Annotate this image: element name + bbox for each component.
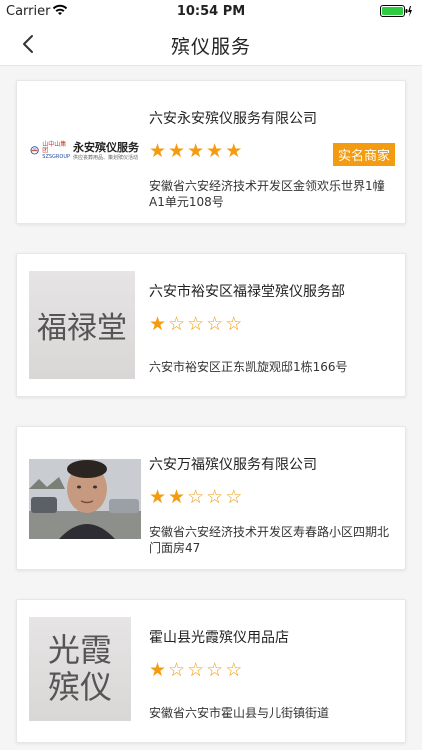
business-address: 安徽省六安经济技术开发区寿春路小区四期北门面房47 (149, 525, 390, 555)
business-photo (29, 459, 141, 539)
star-filled-icon: ★ (168, 140, 188, 162)
rating-stars: ★★☆☆☆ (149, 487, 244, 507)
nav-bar: 殡仪服务 (0, 22, 422, 66)
list-item[interactable]: 六安万福殡仪服务有限公司 ★★☆☆☆ 安徽省六安经济技术开发区寿春路小区四期北门… (16, 426, 406, 570)
star-empty-icon: ☆ (206, 313, 226, 335)
list-item[interactable]: 福禄堂 六安市裕安区福禄堂殡仪服务部 ★☆☆☆☆ 六安市裕安区正东凯旋观邸1栋1… (16, 253, 406, 397)
star-filled-icon: ★ (149, 659, 169, 681)
thumbnail-text-line1: 光霞 (47, 631, 112, 670)
business-name: 霍山县光霞殡仪用品店 (149, 630, 289, 646)
rating-stars: ★☆☆☆☆ (149, 660, 244, 680)
service-list: 山中山集团 SZSGROUP 永安殡仪服务 供应丧葬用品、策划殡仪活动 六安永安… (0, 66, 422, 750)
star-empty-icon: ☆ (206, 659, 226, 681)
star-filled-icon: ★ (168, 486, 188, 508)
business-address: 安徽省六安经济技术开发区金领欢乐世界1幢A1单元108号 (149, 179, 385, 209)
star-empty-icon: ☆ (187, 313, 207, 335)
star-empty-icon: ☆ (187, 659, 207, 681)
business-name: 六安市裕安区福禄堂殡仪服务部 (149, 284, 345, 300)
business-thumbnail: 福禄堂 (29, 271, 135, 379)
page-title: 殡仪服务 (170, 36, 251, 58)
verified-badge: 实名商家 (332, 143, 395, 166)
star-empty-icon: ☆ (225, 313, 245, 335)
logo-org-en: SZSGROUP (42, 153, 70, 160)
star-filled-icon: ★ (206, 140, 226, 162)
star-empty-icon: ☆ (168, 313, 188, 335)
star-empty-icon: ☆ (168, 659, 188, 681)
star-filled-icon: ★ (149, 140, 169, 162)
rating-stars: ★☆☆☆☆ (149, 314, 244, 334)
battery-icon (380, 5, 414, 17)
logo-brand: 永安殡仪服务 (73, 141, 139, 155)
shield-logo-icon (30, 146, 39, 155)
star-filled-icon: ★ (225, 140, 245, 162)
star-empty-icon: ☆ (225, 659, 245, 681)
status-time: 10:54 PM (176, 4, 246, 19)
list-item[interactable]: 光霞 殡仪 霍山县光霞殡仪用品店 ★☆☆☆☆ 安徽省六安市霍山县与儿街镇街道 (16, 599, 406, 743)
star-empty-icon: ☆ (187, 486, 207, 508)
thumbnail-text-line2: 殡仪 (47, 668, 112, 706)
business-thumbnail: 光霞 殡仪 (29, 617, 131, 721)
company-logo: 山中山集团 SZSGROUP 永安殡仪服务 供应丧葬用品、策划殡仪活动 (29, 131, 139, 171)
business-name: 六安万福殡仪服务有限公司 (149, 457, 317, 473)
logo-org-name: 山中山集团 (42, 140, 67, 155)
list-item[interactable]: 山中山集团 SZSGROUP 永安殡仪服务 供应丧葬用品、策划殡仪活动 六安永安… (16, 80, 406, 224)
status-bar: Carrier 10:54 PM (0, 0, 422, 22)
rating-stars: ★★★★★ (149, 141, 244, 161)
star-filled-icon: ★ (187, 140, 207, 162)
business-address: 安徽省六安市霍山县与儿街镇街道 (149, 706, 330, 720)
star-filled-icon: ★ (149, 313, 169, 335)
star-filled-icon: ★ (149, 486, 169, 508)
star-empty-icon: ☆ (206, 486, 226, 508)
star-empty-icon: ☆ (225, 486, 245, 508)
business-name: 六安永安殡仪服务有限公司 (149, 111, 317, 127)
logo-tagline: 供应丧葬用品、策划殡仪活动 (73, 154, 139, 161)
business-address: 六安市裕安区正东凯旋观邸1栋166号 (149, 360, 348, 374)
thumbnail-text: 福禄堂 (37, 311, 127, 346)
